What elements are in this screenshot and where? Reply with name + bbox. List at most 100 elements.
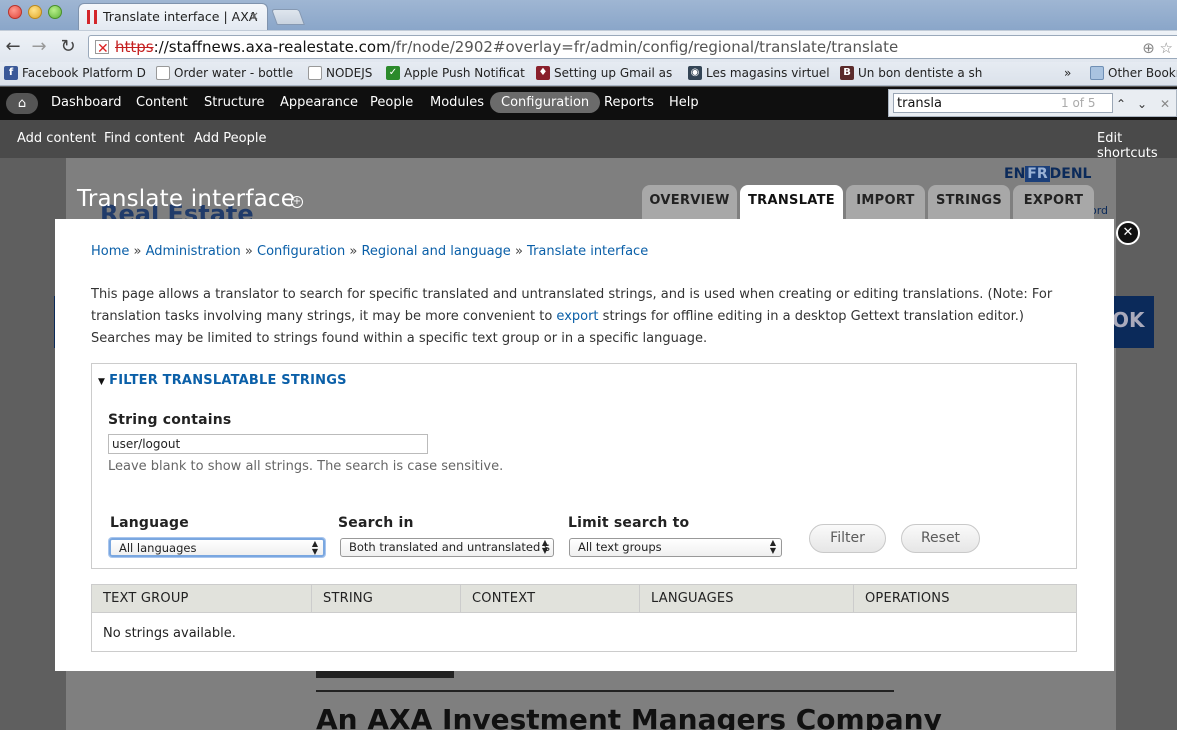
bookmark-icon: ♦	[536, 66, 550, 80]
bookmarks-bar: f Facebook Platform D Order water - bottl…	[0, 62, 1177, 86]
forward-arrow-icon[interactable]: →	[28, 36, 50, 58]
new-tab-button[interactable]	[271, 9, 305, 25]
bookmark-item[interactable]: ✓ Apple Push Notificat	[386, 65, 525, 82]
menu-item-configuration[interactable]: Configuration	[490, 92, 601, 113]
shortcut-add-content[interactable]: Add content	[17, 131, 96, 146]
bookmark-item[interactable]: Order water - bottle	[156, 65, 293, 82]
page-icon	[308, 66, 322, 80]
column-header-text-group[interactable]: TEXT GROUP	[92, 585, 312, 613]
search-in-label: Search in	[338, 515, 414, 531]
overlay-dialog: Home » Administration » Configuration » …	[55, 219, 1114, 671]
overlay-close-icon[interactable]: ✕	[1116, 221, 1140, 245]
bookmark-item[interactable]: ◉ Les magasins virtuel	[688, 65, 830, 82]
menu-item-people[interactable]: People	[370, 95, 413, 110]
string-contains-label: String contains	[108, 412, 232, 428]
browser-tab-title: Translate interface | AXA	[103, 9, 258, 24]
breadcrumb-administration[interactable]: Administration	[146, 244, 241, 259]
tab-import[interactable]: IMPORT	[846, 185, 925, 219]
menu-item-structure[interactable]: Structure	[204, 95, 264, 110]
intro-text: This page allows a translator to search …	[91, 287, 1053, 346]
search-in-select[interactable]: Both translated and untranslated s ▲ ▼	[340, 538, 554, 557]
url-scheme: https	[115, 38, 154, 56]
reset-button[interactable]: Reset	[901, 524, 980, 553]
tab-overview[interactable]: OVERVIEW	[642, 185, 737, 219]
menu-item-content[interactable]: Content	[136, 95, 188, 110]
menu-item-appearance[interactable]: Appearance	[280, 95, 358, 110]
url-path: /fr/node/2902#overlay=fr/admin/config/re…	[390, 38, 899, 56]
limit-search-label: Limit search to	[568, 515, 690, 531]
column-header-operations: OPERATIONS	[865, 591, 950, 606]
underlying-divider	[316, 670, 454, 678]
tab-close-icon[interactable]: ×	[249, 9, 259, 23]
find-bar: 1 of 5 ⌃ ⌄ ✕	[888, 89, 1177, 117]
browser-tab[interactable]: Translate interface | AXA ×	[78, 3, 268, 30]
zoom-window-button[interactable]	[48, 5, 62, 19]
menu-item-dashboard[interactable]: Dashboard	[51, 95, 122, 110]
edit-shortcuts-link[interactable]: Edit shortcuts	[1097, 131, 1177, 161]
zoom-icon[interactable]: ⊕	[1142, 39, 1155, 57]
menu-item-modules[interactable]: Modules	[430, 95, 484, 110]
url-host: ://staffnews.axa-realestate.com	[153, 38, 391, 56]
select-arrows-icon: ▲ ▼	[769, 538, 776, 555]
bookmark-icon: ◉	[688, 66, 702, 80]
bookmarks-more-icon[interactable]: »	[1064, 65, 1071, 82]
column-header-languages[interactable]: LANGUAGES	[640, 585, 854, 613]
empty-table-message: No strings available.	[103, 626, 236, 641]
bookmark-item[interactable]: ♦ Setting up Gmail as	[536, 65, 672, 82]
bookmark-icon: ✓	[386, 66, 400, 80]
string-contains-input[interactable]	[108, 434, 428, 454]
export-link[interactable]: export	[556, 309, 598, 324]
breadcrumb-regional[interactable]: Regional and language	[361, 244, 510, 259]
bookmark-item[interactable]: NODEJS	[308, 65, 372, 82]
filter-fieldset: ▼ FILTER TRANSLATABLE STRINGS String cont…	[91, 363, 1077, 569]
address-bar[interactable]: https://staffnews.axa-realestate.com/fr/…	[88, 35, 1177, 60]
table-header: TEXT GROUP STRING CONTEXT LANGUAGES OPER…	[92, 585, 1076, 613]
page-icon	[156, 66, 170, 80]
collapse-triangle-icon: ▼	[98, 377, 106, 387]
filter-button[interactable]: Filter	[809, 524, 886, 553]
filter-legend[interactable]: ▼ FILTER TRANSLATABLE STRINGS	[98, 373, 347, 388]
menu-item-reports[interactable]: Reports	[604, 95, 654, 110]
shortcut-add-people[interactable]: Add People	[194, 131, 267, 146]
language-select[interactable]: All languages ▲ ▼	[109, 538, 325, 557]
close-window-button[interactable]	[8, 5, 22, 19]
bookmark-icon: B	[840, 66, 854, 80]
reload-icon[interactable]: ↻	[57, 36, 79, 58]
browser-toolbar: ← → ↻ https://staffnews.axa-realestate.c…	[0, 30, 1177, 62]
tab-strings[interactable]: STRINGS	[928, 185, 1010, 219]
home-icon[interactable]: ⌂	[6, 93, 38, 114]
axa-favicon-icon	[87, 10, 97, 24]
breadcrumb-configuration[interactable]: Configuration	[257, 244, 345, 259]
select-arrows-icon: ▲ ▼	[541, 538, 548, 555]
minimize-window-button[interactable]	[28, 5, 42, 19]
bookmark-item[interactable]: B Un bon dentiste a sh	[840, 65, 982, 82]
limit-search-select[interactable]: All text groups ▲ ▼	[569, 538, 782, 557]
shortcuts-bar: Add content Find content Add People Edit…	[0, 120, 1177, 161]
omnibox-icons: ⊕ ☆	[1142, 37, 1173, 59]
strings-table: TEXT GROUP STRING CONTEXT LANGUAGES OPER…	[91, 584, 1077, 652]
folder-icon	[1090, 66, 1104, 80]
underlying-tagline: An AXA Investment Managers Company	[316, 703, 942, 730]
add-shortcut-icon[interactable]: +	[291, 196, 303, 208]
find-previous-icon[interactable]: ⌃	[1111, 94, 1131, 114]
column-header-context[interactable]: CONTEXT	[461, 585, 640, 613]
menu-item-help[interactable]: Help	[669, 95, 699, 110]
shortcut-find-content[interactable]: Find content	[104, 131, 185, 146]
star-icon[interactable]: ☆	[1160, 39, 1173, 57]
tab-export[interactable]: EXPORT	[1013, 185, 1094, 219]
language-switcher: EN FR DENL	[1004, 166, 1092, 182]
back-arrow-icon[interactable]: ←	[2, 36, 24, 58]
breadcrumb-home[interactable]: Home	[91, 244, 129, 259]
broken-lock-icon[interactable]	[95, 38, 109, 60]
find-close-icon[interactable]: ✕	[1155, 94, 1175, 114]
other-bookmarks-folder[interactable]: Other Bookm	[1090, 65, 1177, 82]
find-match-count: 1 of 5	[1061, 96, 1096, 110]
underlying-divider	[316, 690, 894, 692]
tab-translate[interactable]: TRANSLATE	[740, 185, 843, 219]
find-next-icon[interactable]: ⌄	[1132, 94, 1152, 114]
page-title: Translate interface	[77, 186, 296, 212]
bookmark-item[interactable]: f Facebook Platform D	[4, 65, 146, 82]
column-header-string[interactable]: STRING	[312, 585, 461, 613]
breadcrumb-translate[interactable]: Translate interface	[527, 244, 648, 259]
breadcrumb: Home » Administration » Configuration » …	[91, 244, 649, 259]
